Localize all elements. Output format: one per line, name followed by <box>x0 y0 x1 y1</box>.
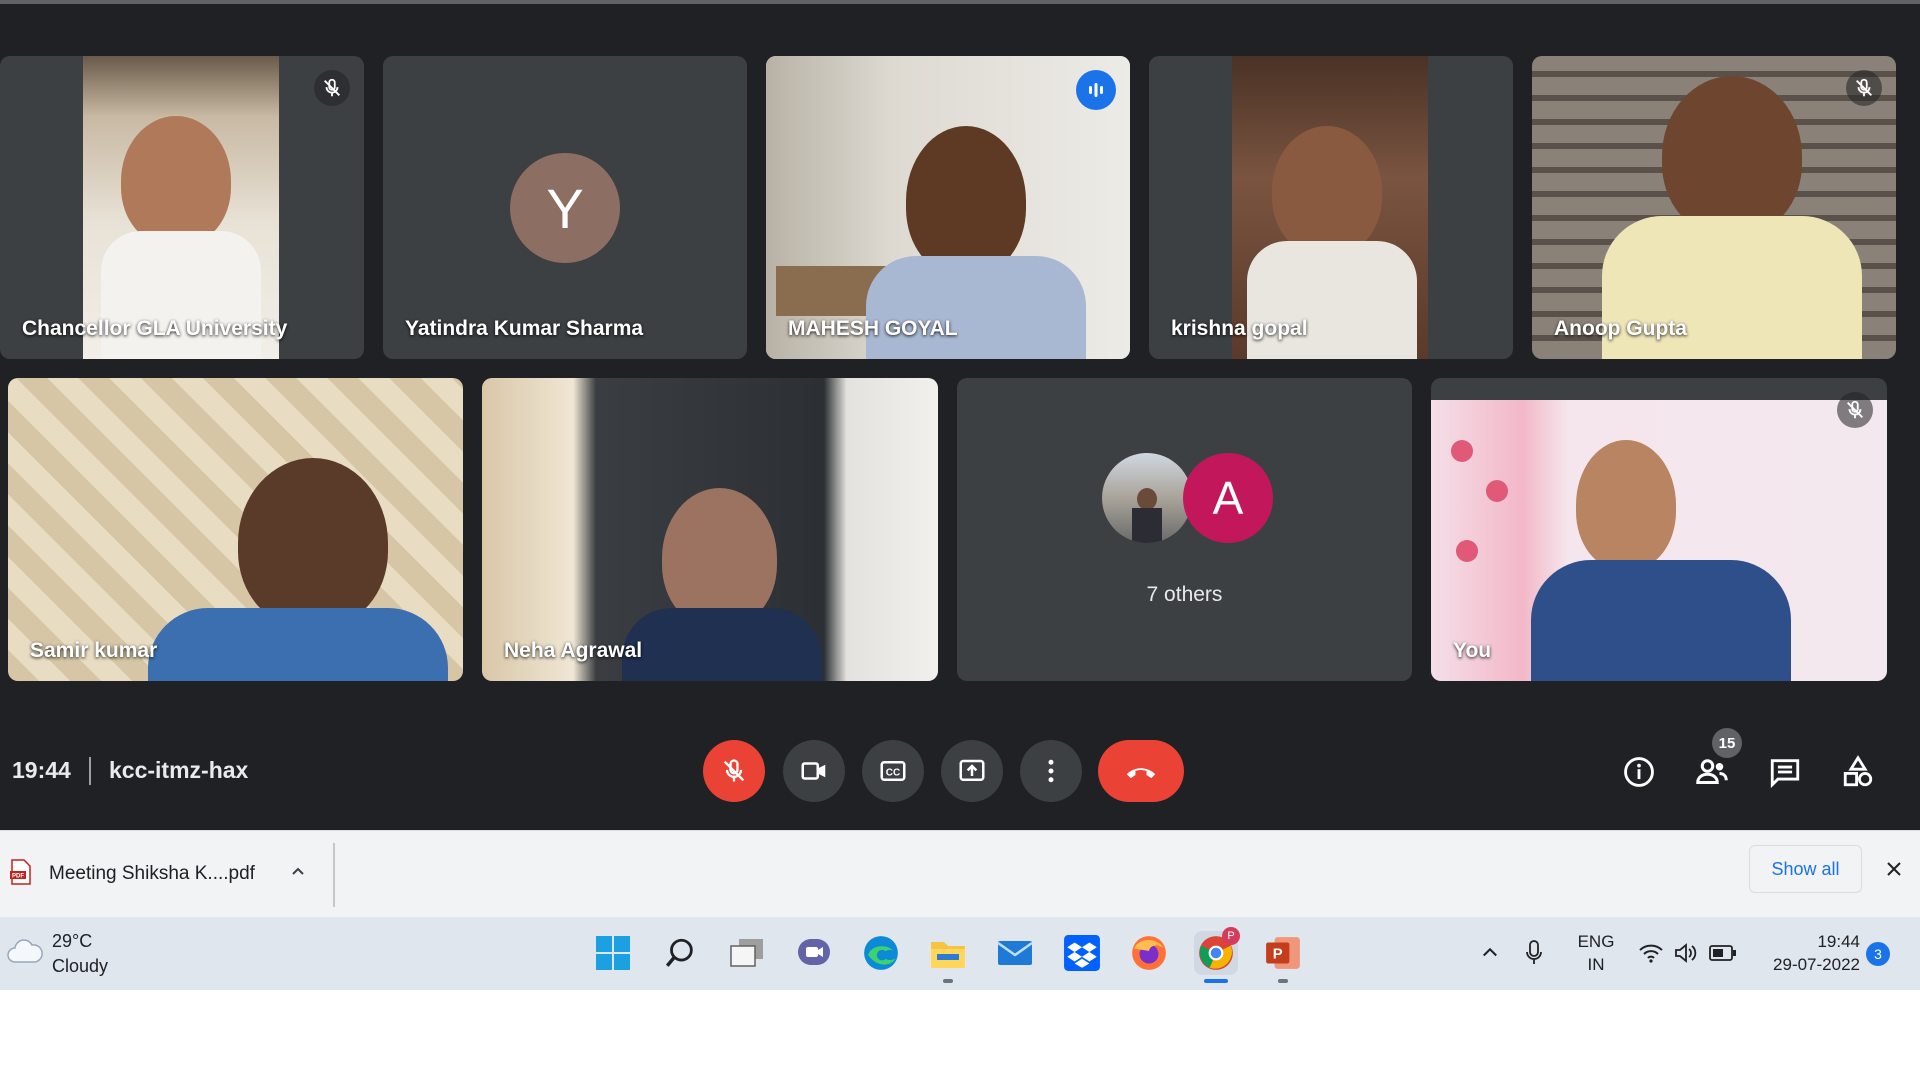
firefox-icon[interactable] <box>1127 931 1171 975</box>
participant-name: krishna gopal <box>1171 317 1308 340</box>
divider <box>333 843 335 907</box>
running-indicator <box>943 979 953 983</box>
participant-tile[interactable]: Anoop Gupta <box>1532 56 1896 359</box>
others-label: 7 others <box>1146 583 1223 606</box>
chat-icon <box>1770 759 1800 789</box>
pdf-file-icon: PDF <box>10 859 32 890</box>
chat-button[interactable] <box>1763 750 1807 794</box>
volume-icon[interactable] <box>1673 941 1699 970</box>
avatar <box>1102 453 1192 543</box>
people-icon <box>1696 759 1728 784</box>
download-filename[interactable]: Meeting Shiksha K....pdf <box>49 863 255 885</box>
notification-badge[interactable]: 3 <box>1866 942 1890 966</box>
activities-button[interactable] <box>1836 750 1880 794</box>
info-icon <box>1624 757 1654 787</box>
participant-tile[interactable]: Neha Agrawal <box>482 378 938 681</box>
svg-text:CC: CC <box>886 767 900 778</box>
system-clock[interactable]: 19:44 29-07-2022 <box>1756 930 1860 976</box>
video-feed <box>1431 400 1887 681</box>
activities-icon <box>1843 755 1873 787</box>
meeting-time: 19:44 <box>12 757 71 783</box>
participants-count-badge: 15 <box>1712 728 1742 758</box>
present-icon <box>959 759 985 781</box>
running-indicator <box>1278 979 1288 983</box>
weather-temperature[interactable]: 29°C <box>52 931 92 952</box>
clock-time: 19:44 <box>1817 932 1860 951</box>
windows-taskbar: 29°C Cloudy P P ENG IN 19:44 29-07-2022 … <box>0 917 1920 990</box>
videocam-icon <box>801 762 826 780</box>
mic-off-icon <box>1846 70 1882 106</box>
chrome-profile-badge: P <box>1222 927 1240 945</box>
mic-off-icon <box>1837 392 1873 428</box>
meeting-details-button[interactable] <box>1617 750 1661 794</box>
mic-toggle-button[interactable] <box>703 740 765 802</box>
speaking-indicator-icon <box>1076 70 1116 110</box>
participant-tile[interactable]: krishna gopal <box>1149 56 1513 359</box>
chevron-up-icon[interactable] <box>285 859 311 885</box>
video-feed <box>1532 56 1896 359</box>
cc-icon: CC <box>880 761 906 781</box>
language-code: ENG <box>1577 932 1615 951</box>
wifi-icon[interactable] <box>1638 941 1664 970</box>
region-code: IN <box>1587 955 1605 974</box>
show-all-button[interactable]: Show all <box>1749 845 1862 893</box>
chevron-up-icon[interactable] <box>1480 943 1500 968</box>
self-view-tile[interactable]: You <box>1431 378 1887 681</box>
video-feed <box>8 378 463 681</box>
cloud-icon[interactable] <box>6 937 44 970</box>
mail-icon[interactable] <box>993 931 1037 975</box>
participant-name: Chancellor GLA University <box>22 317 288 340</box>
video-feed <box>83 56 279 359</box>
close-icon[interactable] <box>1880 855 1908 883</box>
weather-condition[interactable]: Cloudy <box>52 956 108 977</box>
dropbox-icon[interactable] <box>1060 931 1104 975</box>
participant-name: MAHESH GOYAL <box>788 317 958 340</box>
download-bar: PDF Meeting Shiksha K....pdf Show all <box>0 830 1920 917</box>
battery-icon[interactable] <box>1709 944 1737 967</box>
captions-button[interactable]: CC <box>862 740 924 802</box>
svg-text:PDF: PDF <box>12 874 24 880</box>
present-screen-button[interactable] <box>941 740 1003 802</box>
video-feed <box>1232 56 1428 359</box>
meeting-code: kcc-itmz-hax <box>109 757 249 783</box>
language-indicator[interactable]: ENG IN <box>1572 930 1620 976</box>
active-indicator <box>1204 979 1228 983</box>
avatar: A <box>1183 453 1273 543</box>
participant-tile-active-speaker[interactable]: MAHESH GOYAL <box>766 56 1130 359</box>
mic-off-icon <box>723 759 745 782</box>
call-end-icon <box>1126 768 1156 779</box>
meet-window: Chancellor GLA University Y Yatindra Kum… <box>0 0 1920 830</box>
video-feed <box>766 56 1130 359</box>
participant-name: You <box>1453 639 1492 662</box>
window-top-border <box>0 0 1920 4</box>
participant-name: Anoop Gupta <box>1554 317 1687 340</box>
microphone-icon[interactable] <box>1524 939 1544 972</box>
teams-chat-icon[interactable] <box>792 931 836 975</box>
mic-off-icon <box>314 70 350 106</box>
participant-name: Neha Agrawal <box>504 639 643 662</box>
more-options-button[interactable] <box>1020 740 1082 802</box>
participant-tile[interactable]: Samir kumar <box>8 378 463 681</box>
video-feed <box>482 378 938 681</box>
participant-tile[interactable]: Chancellor GLA University <box>0 56 364 359</box>
chrome-icon[interactable]: P <box>1194 927 1240 983</box>
divider <box>89 757 91 785</box>
svg-text:P: P <box>1273 946 1283 962</box>
participant-name: Yatindra Kumar Sharma <box>405 317 644 340</box>
camera-toggle-button[interactable] <box>783 740 845 802</box>
more-vert-icon <box>1048 759 1054 783</box>
participant-tile[interactable]: Y Yatindra Kumar Sharma <box>383 56 747 359</box>
end-call-button[interactable] <box>1098 740 1184 802</box>
avatar: Y <box>510 153 620 263</box>
others-tile[interactable]: A 7 others <box>957 378 1412 681</box>
task-view-icon[interactable] <box>725 931 769 975</box>
participant-name: Samir kumar <box>30 639 158 662</box>
clock-date: 29-07-2022 <box>1773 955 1860 974</box>
powerpoint-icon[interactable]: P <box>1261 931 1305 983</box>
search-icon[interactable] <box>658 931 702 975</box>
file-explorer-icon[interactable] <box>926 931 970 983</box>
edge-browser-icon[interactable] <box>859 931 903 975</box>
windows-start-icon[interactable] <box>591 931 635 975</box>
